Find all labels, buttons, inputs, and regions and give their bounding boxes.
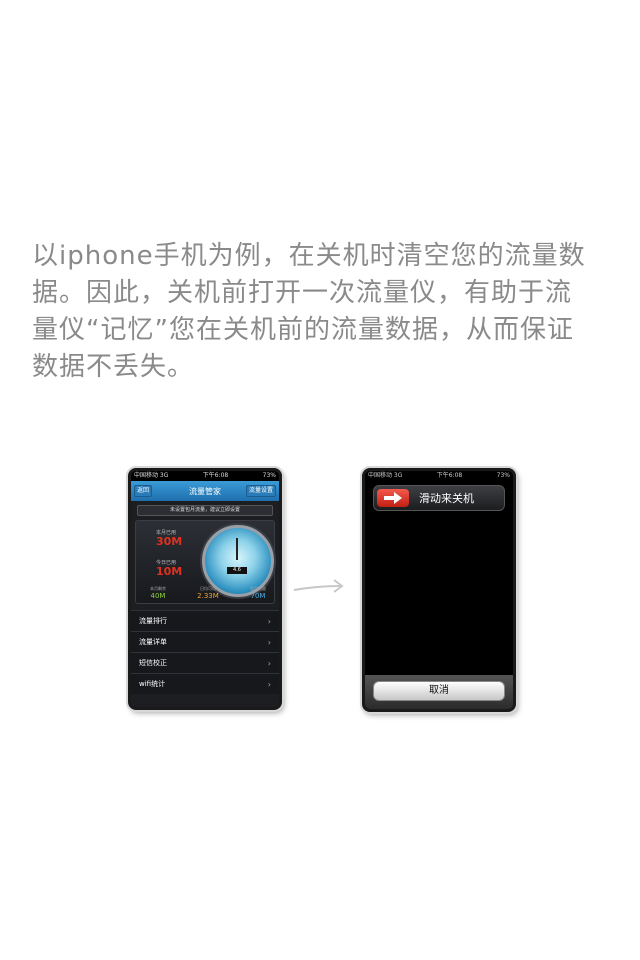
cancel-button[interactable]: 取消: [373, 681, 505, 701]
daily-available-stat: 日均可用 2.33M: [188, 586, 228, 601]
status-time: 下午6:08: [202, 472, 229, 479]
today-used-stat: 今日已用 10M: [156, 559, 182, 578]
daily-available-value: 2.33M: [197, 592, 219, 600]
carrier-label: 中国移动 3G: [134, 472, 169, 479]
battery-label: 73%: [496, 472, 510, 479]
daily-available-label: 日均可用: [200, 586, 216, 591]
intro-line-4: 数据不丢失。: [32, 352, 195, 382]
setup-notice[interactable]: 未设置包月流量，建议立即设置: [137, 505, 273, 516]
gauge-needle: [236, 538, 238, 560]
menu-item-traffic-ranking[interactable]: 流量排行 ›: [131, 610, 279, 631]
slide-to-power-off[interactable]: 滑动来关机: [373, 485, 505, 511]
monthly-plan-value: 70M: [250, 592, 266, 600]
menu-list: 流量排行 › 流量详单 › 短信校正 › wifi统计 ›: [131, 610, 279, 694]
status-time: 下午6:08: [436, 472, 463, 479]
chevron-right-icon: ›: [267, 616, 271, 626]
month-used-stat: 本月已用 30M: [156, 529, 182, 548]
slide-label: 滑动来关机: [419, 492, 474, 505]
phone-screenshot-power-off: 中国移动 3G 下午6:08 73% 滑动来关机 取消: [362, 468, 516, 712]
month-used-value: 30M: [156, 535, 183, 548]
app-titlebar: 返回 流量管家 流量设置: [131, 481, 279, 501]
menu-item-traffic-details[interactable]: 流量详单 ›: [131, 631, 279, 652]
today-used-value: 10M: [156, 565, 183, 578]
gauge-readout: 4.6: [227, 567, 247, 574]
status-bar: 中国移动 3G 下午6:08 73%: [131, 471, 279, 481]
arrow-right-icon: [293, 579, 344, 593]
carrier-label: 中国移动 3G: [368, 472, 403, 479]
status-bar: 中国移动 3G 下午6:08 73%: [365, 471, 513, 481]
cancel-bar: 取消: [365, 675, 513, 709]
slider-knob[interactable]: [377, 489, 409, 507]
chevron-right-icon: ›: [267, 679, 271, 689]
menu-item-sms-calibration[interactable]: 短信校正 ›: [131, 652, 279, 673]
month-remaining-value: 40M: [150, 592, 166, 600]
monthly-plan-label: 包月流量: [250, 586, 266, 591]
menu-item-wifi-stats[interactable]: wifi统计 ›: [131, 673, 279, 694]
intro-text: 以iphone手机为例，在关机时清空您的流量数 据。因此，关机前打开一次流量仪，…: [32, 238, 612, 386]
battery-label: 73%: [262, 472, 276, 479]
intro-line-1: 以iphone手机为例，在关机时清空您的流量数: [32, 241, 586, 271]
menu-item-label: 流量详单: [139, 638, 167, 646]
menu-item-label: 短信校正: [139, 659, 167, 667]
menu-item-label: 流量排行: [139, 617, 167, 625]
back-button[interactable]: 返回: [134, 485, 153, 497]
traffic-settings-button[interactable]: 流量设置: [245, 485, 276, 497]
phone-screenshot-traffic-app: 中国移动 3G 下午6:08 73% 返回 流量管家 流量设置 未设置包月流量，…: [128, 468, 282, 710]
intro-line-2: 据。因此，关机前打开一次流量仪，有助于流: [32, 278, 573, 308]
month-remaining-label: 本月剩余: [150, 586, 166, 591]
menu-item-label: wifi统计: [139, 680, 166, 688]
intro-line-3: 量仪“记忆”您在关机前的流量数据，从而保证: [32, 315, 574, 345]
traffic-panel: 本月已用 30M 今日已用 10M 4.6 本月剩余 40M 日均可用 2.33…: [135, 520, 275, 604]
month-remaining-stat: 本月剩余 40M: [138, 586, 178, 601]
arrow-right-icon: [384, 492, 402, 504]
monthly-plan-stat: 包月流量 70M: [238, 586, 278, 601]
chevron-right-icon: ›: [267, 637, 271, 647]
chevron-right-icon: ›: [267, 658, 271, 668]
